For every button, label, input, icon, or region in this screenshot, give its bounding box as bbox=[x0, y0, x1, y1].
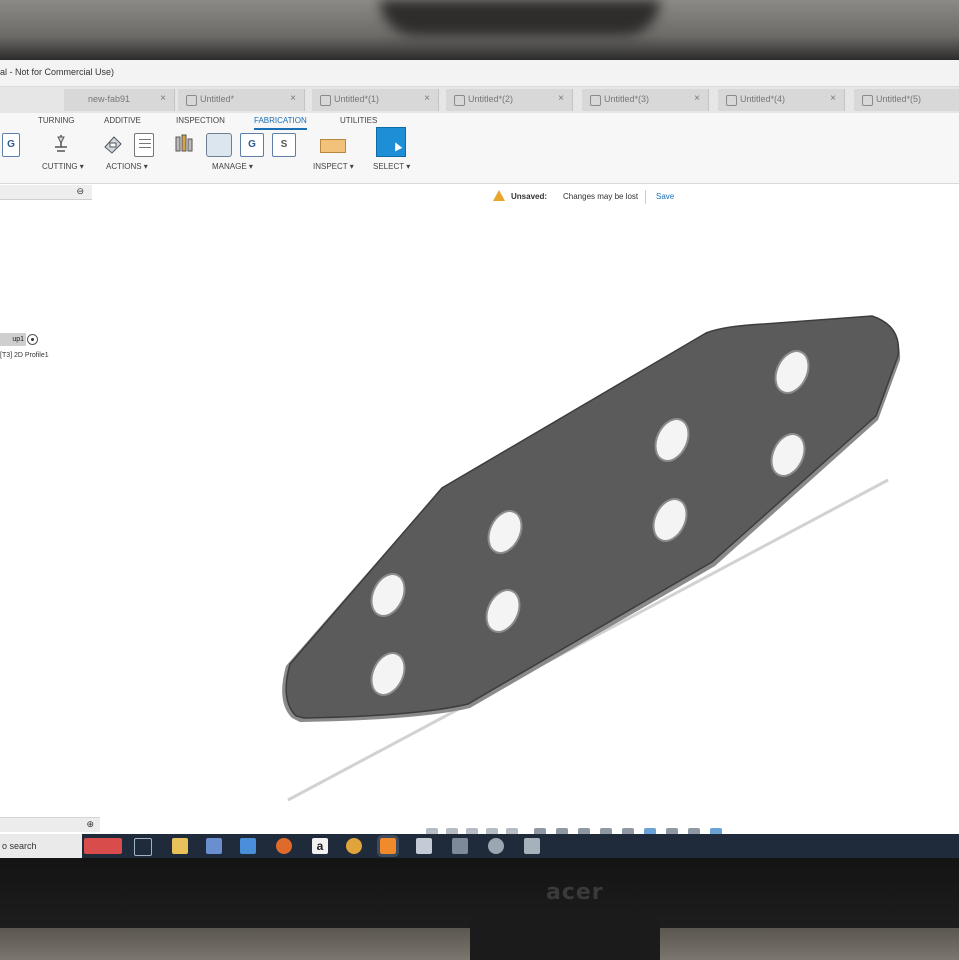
monitor-screen: al - Not for Commercial Use) new-fab91 ×… bbox=[0, 60, 959, 858]
taskbar: o search a bbox=[0, 834, 959, 858]
store-icon[interactable] bbox=[206, 838, 222, 854]
weather-icon[interactable] bbox=[84, 838, 122, 854]
3d-viewport[interactable] bbox=[0, 60, 959, 858]
app-icon[interactable] bbox=[416, 838, 432, 854]
calculator-icon[interactable] bbox=[452, 838, 468, 854]
file-explorer-icon[interactable] bbox=[172, 838, 188, 854]
background-wall bbox=[0, 0, 959, 60]
monitor-stand bbox=[470, 915, 660, 960]
amazon-icon[interactable]: a bbox=[312, 838, 328, 854]
monitor-brand-logo: acer bbox=[546, 880, 604, 905]
app-icon[interactable] bbox=[524, 838, 540, 854]
expand-icon[interactable]: ⊕ bbox=[86, 819, 94, 830]
app-icon[interactable] bbox=[488, 838, 504, 854]
background-object bbox=[380, 0, 660, 36]
mail-icon[interactable] bbox=[240, 838, 256, 854]
fusion-360-icon[interactable] bbox=[377, 835, 399, 857]
firefox-icon[interactable] bbox=[276, 838, 292, 854]
search-box[interactable]: o search bbox=[0, 834, 82, 858]
task-view-icon[interactable] bbox=[134, 838, 152, 856]
chrome-icon[interactable] bbox=[346, 838, 362, 854]
comments-panel-header: ⊕ bbox=[0, 817, 100, 832]
